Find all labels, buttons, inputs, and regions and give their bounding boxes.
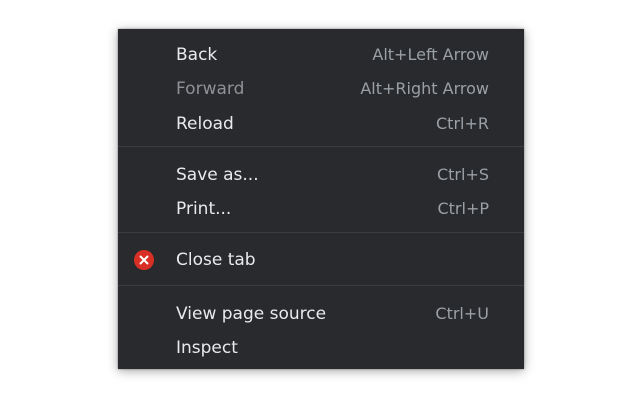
menu-item-view-page-source[interactable]: View page source Ctrl+U: [118, 297, 524, 331]
menu-item-shortcut: Alt+Left Arrow: [372, 45, 489, 64]
menu-item-shortcut: Alt+Right Arrow: [360, 79, 489, 98]
close-circle-icon: [134, 250, 154, 270]
menu-item-label: Reload: [176, 114, 234, 134]
menu-item-shortcut: Ctrl+S: [436, 165, 489, 184]
menu-item-forward[interactable]: Forward Alt+Right Arrow: [118, 72, 524, 106]
menu-item-save-as[interactable]: Save as... Ctrl+S: [118, 158, 524, 192]
menu-item-shortcut: Ctrl+R: [436, 114, 489, 133]
menu-item-close-tab[interactable]: Close tab: [118, 243, 524, 277]
menu-item-print[interactable]: Print... Ctrl+P: [118, 192, 524, 226]
menu-item-shortcut: Ctrl+U: [435, 304, 489, 323]
menu-item-label: Print...: [176, 199, 232, 219]
menu-item-shortcut: Ctrl+P: [437, 199, 489, 218]
menu-separator: [118, 146, 524, 147]
menu-item-reload[interactable]: Reload Ctrl+R: [118, 107, 524, 141]
menu-item-label: Back: [176, 45, 218, 65]
menu-item-label: Save as...: [176, 165, 259, 185]
menu-item-label: View page source: [176, 304, 327, 324]
menu-item-label: Forward: [176, 79, 245, 99]
menu-separator: [118, 285, 524, 286]
menu-item-label: Close tab: [176, 250, 256, 270]
context-menu: Back Alt+Left Arrow Forward Alt+Right Ar…: [118, 29, 524, 369]
menu-item-label: Inspect: [176, 338, 238, 358]
menu-item-back[interactable]: Back Alt+Left Arrow: [118, 38, 524, 72]
menu-item-inspect[interactable]: Inspect: [118, 331, 524, 365]
menu-separator: [118, 232, 524, 233]
